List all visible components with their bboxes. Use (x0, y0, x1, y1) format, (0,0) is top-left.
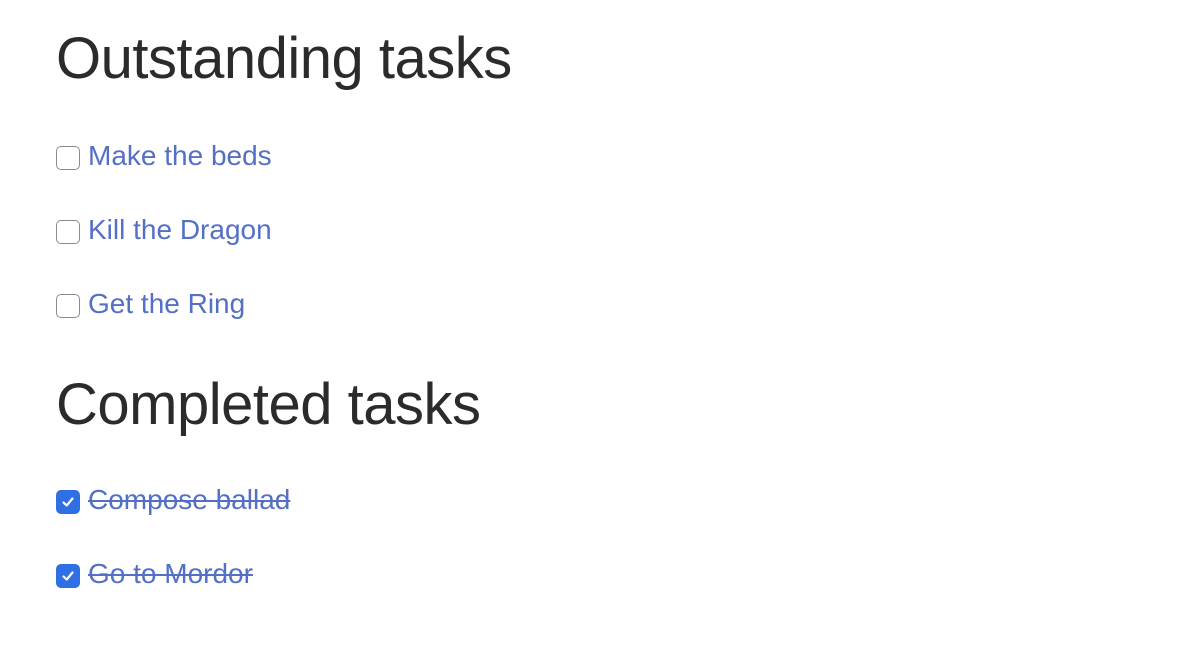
task-link[interactable]: Get the Ring (88, 288, 245, 320)
outstanding-task-list: Make the beds Kill the Dragon Get the Ri… (56, 138, 272, 322)
list-item: Make the beds (56, 138, 272, 174)
task-link[interactable]: Kill the Dragon (88, 214, 272, 246)
outstanding-tasks-heading: Outstanding tasks (56, 26, 512, 91)
task-checkbox-checked[interactable] (56, 564, 80, 588)
task-link[interactable]: Make the beds (88, 140, 272, 172)
list-item: Get the Ring (56, 286, 272, 322)
task-checkbox-checked[interactable] (56, 490, 80, 514)
checkmark-icon (62, 497, 74, 507)
list-item: Go to Mordor (56, 556, 290, 592)
completed-task-list: Compose ballad Go to Mordor (56, 482, 290, 592)
completed-tasks-heading: Completed tasks (56, 372, 481, 437)
task-checkbox[interactable] (56, 220, 80, 244)
list-item: Kill the Dragon (56, 212, 272, 248)
task-checkbox[interactable] (56, 294, 80, 318)
list-item: Compose ballad (56, 482, 290, 518)
task-link-completed[interactable]: Compose ballad (88, 484, 290, 516)
task-checkbox[interactable] (56, 146, 80, 170)
checkmark-icon (62, 571, 74, 581)
task-link-completed[interactable]: Go to Mordor (88, 558, 253, 590)
